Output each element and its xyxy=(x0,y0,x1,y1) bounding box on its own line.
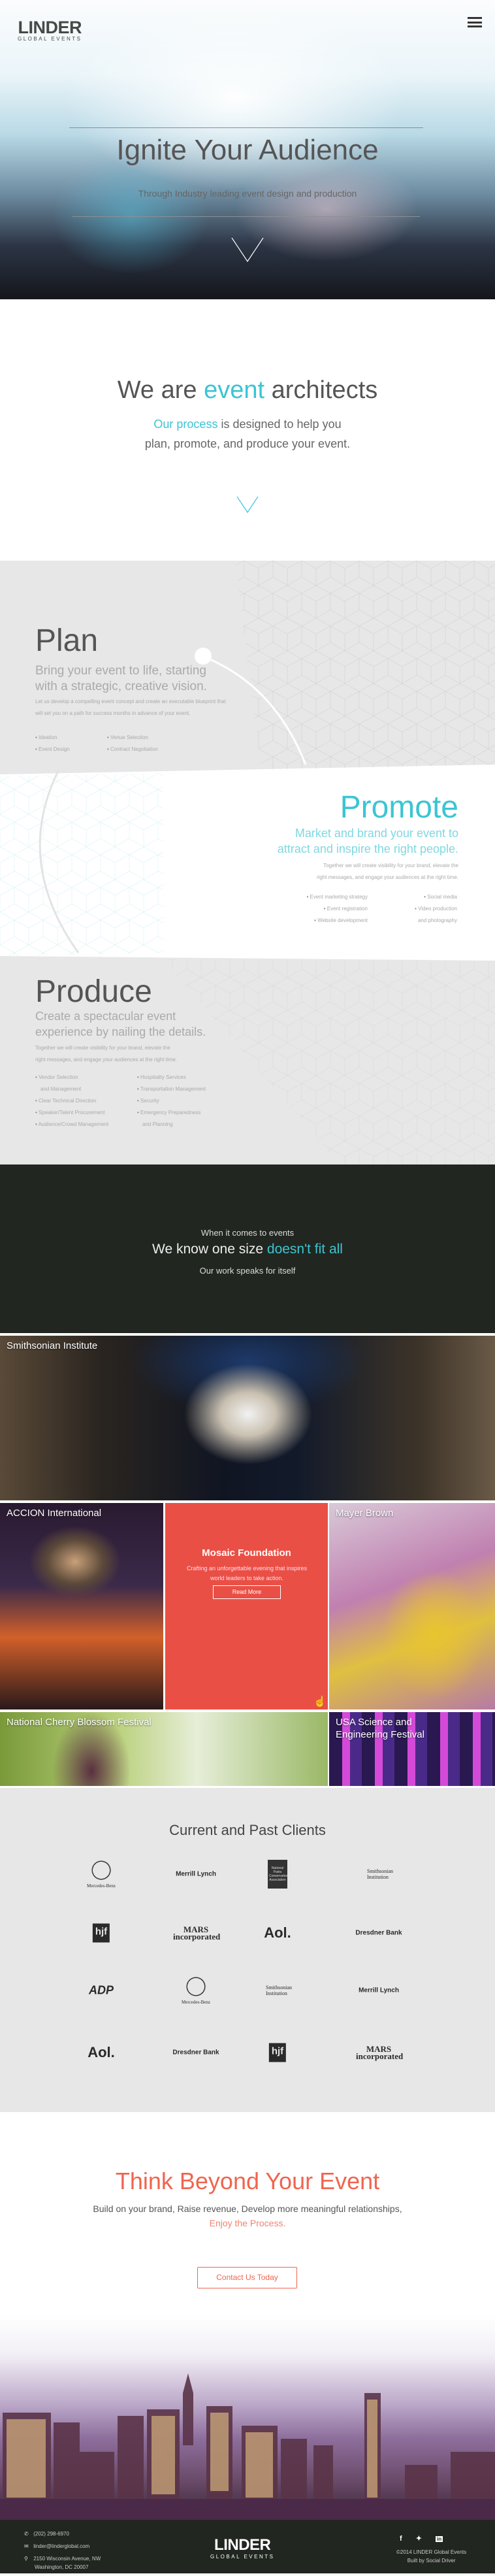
client-logo: MARS incorporated xyxy=(173,1924,221,1941)
chevron-down-icon[interactable] xyxy=(236,495,259,514)
email-link[interactable]: linder@linderglobal.com xyxy=(33,2543,89,2549)
linkedin-icon[interactable]: in xyxy=(436,2536,443,2542)
tile-label: Mayer Brown xyxy=(336,1508,394,1519)
tile-label: National Cherry Blossom Festival xyxy=(7,1717,152,1728)
footer: ✆ (202) 298-6970 ✉ linder@linderglobal.c… xyxy=(0,2520,495,2573)
client-logo: ADP xyxy=(88,1983,114,1997)
statement-line3: Our work speaks for itself xyxy=(199,1266,296,1276)
hero-subtitle: Through Industry leading event design an… xyxy=(138,188,357,199)
client-logo: Mercedes-Benz xyxy=(87,1860,116,1889)
facebook-icon[interactable]: f xyxy=(400,2535,402,2543)
produce-title: Produce xyxy=(35,974,152,1009)
client-logo: Mercedes-Benz xyxy=(182,1976,210,2005)
read-more-button[interactable]: Read More xyxy=(213,1585,281,1599)
intro-section: We are event architects Our process is d… xyxy=(0,299,495,561)
statement-line1: When it comes to events xyxy=(200,1228,295,1238)
divider xyxy=(72,216,420,217)
client-logo: Dresdner Bank xyxy=(355,1929,402,1937)
promote-title: Promote xyxy=(340,790,458,825)
client-logo: Dresdner Bank xyxy=(172,2049,219,2056)
tile-description: Crafting an unforgettable evening that i… xyxy=(186,1565,308,1581)
twitter-icon[interactable]: ✦ xyxy=(416,2535,422,2543)
logo-wordmark: LINDER xyxy=(18,18,82,37)
plan-list-2: Venue SelectionContract Negotiation xyxy=(107,732,158,755)
cta-title: Think Beyond Your Event xyxy=(115,2168,380,2194)
tile-title: Mosaic Foundation xyxy=(202,1547,291,1559)
hero-title: Ignite Your Audience xyxy=(116,134,379,166)
produce-body: Together we will create visibility for y… xyxy=(35,1045,178,1063)
client-logo: Merrill Lynch xyxy=(359,1987,399,1994)
promote-subtitle: Market and brand your event to attract an… xyxy=(277,827,458,855)
phone-icon: ✆ xyxy=(24,2531,29,2537)
chevron-down-icon[interactable] xyxy=(231,237,264,264)
plan-body: Let us develop a compelling event concep… xyxy=(35,699,226,716)
footer-copyright: ©2014 LINDER Global Events Built by Socia… xyxy=(396,2549,467,2565)
portfolio-tile-usa-science[interactable]: USA Science and Engineering Festival xyxy=(329,1712,495,1786)
process-section: Plan Bring your event to life, starting … xyxy=(0,561,495,1164)
promote-body: Together we will create visibility for y… xyxy=(316,863,458,880)
client-logo: Smithsonian Institution xyxy=(266,1985,293,1996)
produce-subtitle: Create a spectacular event experience by … xyxy=(35,1010,206,1038)
logo-wordmark: LINDER xyxy=(214,2536,271,2554)
tile-label: Smithsonian Institute xyxy=(7,1340,98,1351)
client-logo: MARS incorporated xyxy=(356,2044,404,2061)
portfolio-tile-smithsonian[interactable]: Smithsonian Institute xyxy=(0,1336,495,1500)
footer-logo[interactable]: LINDER GLOBAL EVENTS xyxy=(210,2537,274,2560)
portfolio-tile-accion[interactable]: ACCION International xyxy=(0,1503,163,1709)
divider xyxy=(69,127,423,128)
credit-link[interactable]: Built by Social Driver xyxy=(396,2556,466,2565)
location-pin-icon: ⚲ xyxy=(24,2556,28,2562)
promote-list-2: Social mediaVideo productionand photogra… xyxy=(413,891,457,927)
client-logo: Merrill Lynch xyxy=(176,1870,216,1878)
client-logo: National Parks Conservation Association xyxy=(268,1860,288,1889)
logo-tagline: GLOBAL EVENTS xyxy=(18,36,82,42)
process-link[interactable]: Our process xyxy=(153,418,217,431)
hand-cursor-icon: ☝ xyxy=(313,1696,327,1708)
client-logo: Aol. xyxy=(264,1924,291,1941)
client-logo: hjf xyxy=(92,1923,110,1943)
city-skyline-image xyxy=(0,2315,495,2520)
portfolio-tile-cherry-blossom[interactable]: National Cherry Blossom Festival xyxy=(0,1712,328,1786)
produce-list-2: Hospitality ServicesTransportation Manag… xyxy=(137,1072,206,1131)
intro-text: Our process is designed to help you plan… xyxy=(144,418,351,450)
client-logo: Aol. xyxy=(88,2044,115,2060)
plan-title: Plan xyxy=(35,623,99,658)
intro-title: We are event architects xyxy=(117,376,378,404)
footer-contact: ✆ (202) 298-6970 ✉ linder@linderglobal.c… xyxy=(24,2531,101,2570)
promote-list-1: Event marketing strategyEvent registrati… xyxy=(306,891,368,927)
logo-tagline: GLOBAL EVENTS xyxy=(210,2554,275,2560)
portfolio-tile-mayer-brown[interactable]: Mayer Brown xyxy=(329,1503,495,1709)
client-logo: hjf xyxy=(268,2043,287,2062)
statement-line2: We know one size doesn't fit all xyxy=(152,1242,343,1257)
clients-title: Current and Past Clients xyxy=(169,1822,326,1838)
hero: LINDER GLOBAL EVENTS Ignite Your Audienc… xyxy=(0,0,495,299)
plan-subtitle: Bring your event to life, starting with … xyxy=(35,664,207,693)
email-icon: ✉ xyxy=(24,2543,29,2549)
tile-label: USA Science and Engineering Festival xyxy=(336,1717,424,1740)
logo[interactable]: LINDER GLOBAL EVENTS xyxy=(18,19,82,42)
contact-us-button[interactable]: Contact Us Today xyxy=(197,2267,297,2288)
client-logo: Smithsonian Institution xyxy=(367,1868,394,1880)
plan-list-1: IdeationEvent Design xyxy=(35,732,70,755)
portfolio-tile-mosaic[interactable]: Mosaic Foundation Crafting an unforgetta… xyxy=(165,1503,328,1709)
tile-label: ACCION International xyxy=(7,1508,102,1519)
phone-link[interactable]: (202) 298-6970 xyxy=(33,2531,69,2537)
hamburger-menu-icon[interactable] xyxy=(468,17,482,27)
cta-section: Think Beyond Your Event Build on your br… xyxy=(0,2112,495,2315)
produce-list-1: Vendor Selectionand ManagementClear Tech… xyxy=(35,1072,109,1131)
clients-section: Current and Past Clients Mercedes-Benz Me… xyxy=(0,1788,495,2112)
cta-text: Build on your brand, Raise revenue, Deve… xyxy=(93,2204,402,2228)
statement-section: When it comes to events We know one size… xyxy=(0,1164,495,1333)
